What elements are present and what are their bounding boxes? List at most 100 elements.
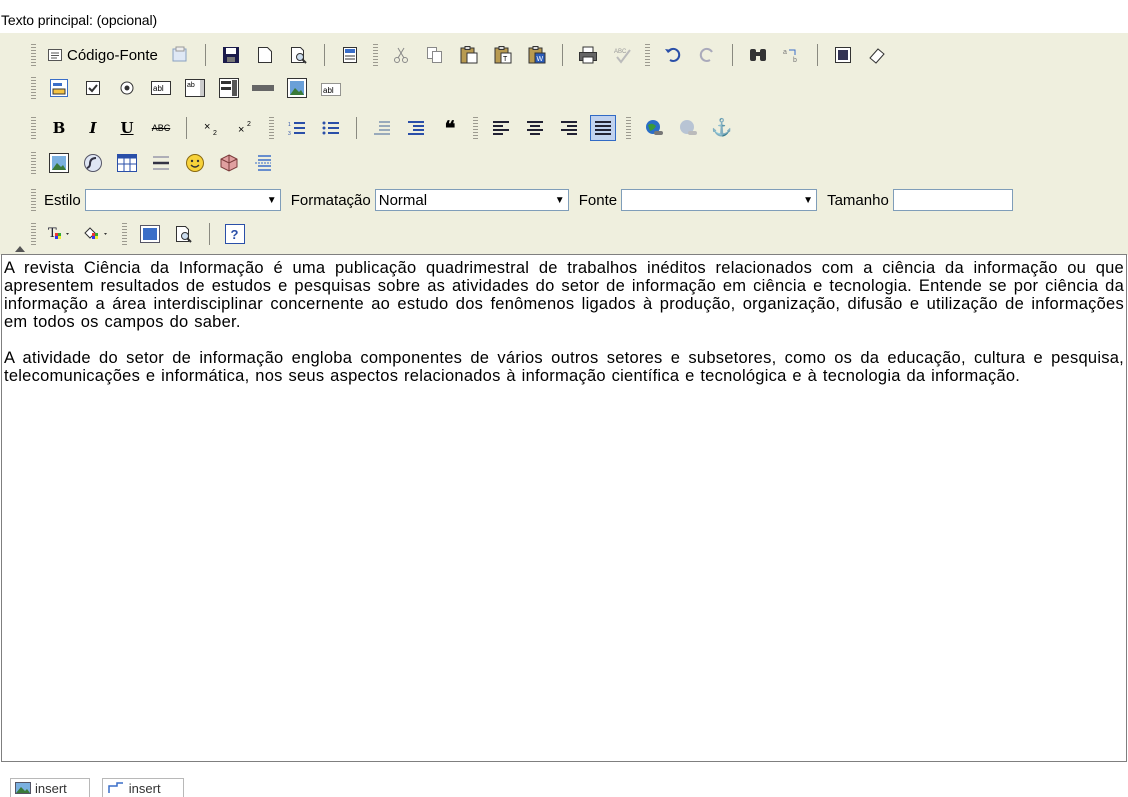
new-page-button[interactable] <box>253 43 277 67</box>
radio-icon <box>120 81 134 95</box>
toolbar-separator <box>731 44 733 66</box>
paste-text-button[interactable]: T <box>491 43 515 67</box>
paste-word-button[interactable]: W <box>525 43 549 67</box>
align-center-icon <box>527 121 543 135</box>
size-select[interactable] <box>892 189 1013 211</box>
unlink-globe-icon <box>680 120 697 135</box>
source-code-button[interactable]: Código-Fonte <box>47 43 158 67</box>
text-field-button[interactable]: abl <box>149 76 173 100</box>
toolbar-separator <box>356 117 357 139</box>
text-field-glyph: abl <box>153 84 164 93</box>
insert-image-tab[interactable]: insert <box>10 778 90 797</box>
table-button[interactable] <box>115 151 139 175</box>
align-right-button[interactable] <box>557 116 581 140</box>
preview-button[interactable] <box>287 43 311 67</box>
font-label: Fonte <box>578 191 618 209</box>
svg-text:2: 2 <box>213 130 217 136</box>
redo-icon <box>699 47 713 62</box>
unlink-button[interactable] <box>676 116 700 140</box>
align-left-button[interactable] <box>489 116 513 140</box>
about-button[interactable]: ? <box>223 222 247 246</box>
unordered-list-icon <box>322 121 339 135</box>
special-char-icon <box>220 154 238 172</box>
replace-button[interactable]: ab <box>780 43 804 67</box>
editor-content-area[interactable]: A revista Ciência da Informação é uma pu… <box>1 254 1127 762</box>
insert-image-label: insert <box>35 780 67 796</box>
flash-button[interactable] <box>81 151 105 175</box>
superscript-button[interactable]: × 2 <box>234 116 258 140</box>
select-field-button[interactable] <box>217 76 241 100</box>
print-button[interactable] <box>576 43 600 67</box>
ordered-list-button[interactable]: 13 <box>285 116 309 140</box>
hidden-field-icon: abl <box>321 83 341 96</box>
toolbar-row-1: Código-Fonte T W ABC ab <box>25 39 894 71</box>
checkbox-icon <box>86 81 100 95</box>
toolbar-grip <box>31 152 36 174</box>
underline-button[interactable]: U <box>115 116 139 140</box>
format-select[interactable]: Normal ▼ <box>374 189 569 211</box>
style-select[interactable]: ▼ <box>84 189 281 211</box>
anchor-icon: ⚓ <box>711 118 733 137</box>
form-button[interactable] <box>47 76 71 100</box>
outdent-button[interactable] <box>370 116 394 140</box>
page-break-button[interactable] <box>251 151 275 175</box>
bg-color-button[interactable] <box>83 222 111 246</box>
copy-button[interactable] <box>423 43 447 67</box>
redo-button[interactable] <box>695 43 719 67</box>
align-center-button[interactable] <box>523 116 547 140</box>
quote-icon: ❝ <box>444 117 456 140</box>
textarea-button[interactable]: ab <box>183 76 207 100</box>
spellcheck-button[interactable]: ABC <box>610 43 634 67</box>
special-char-button[interactable] <box>217 151 241 175</box>
checkbox-button[interactable] <box>81 76 105 100</box>
select-all-button[interactable] <box>831 43 855 67</box>
paste-button[interactable] <box>457 43 481 67</box>
remove-format-button[interactable] <box>865 43 889 67</box>
toolbar-grip <box>31 117 36 139</box>
italic-button[interactable]: I <box>81 116 105 140</box>
show-blocks-button[interactable] <box>172 222 196 246</box>
textarea-glyph: ab <box>187 82 195 89</box>
format-label: Formatação <box>290 191 371 209</box>
italic-icon: I <box>89 119 97 137</box>
subscript-button[interactable]: × 2 <box>200 116 224 140</box>
radio-button-tool[interactable] <box>115 76 139 100</box>
superscript-icon: × 2 <box>238 121 251 136</box>
blockquote-button[interactable]: ❝ <box>438 116 462 140</box>
save-button[interactable] <box>219 43 243 67</box>
indent-icon <box>408 121 424 135</box>
text-color-button[interactable]: T <box>47 222 73 246</box>
find-button[interactable] <box>746 43 770 67</box>
undo-button[interactable] <box>661 43 685 67</box>
toolbar-separator <box>186 117 187 139</box>
doc-props-button[interactable] <box>168 43 192 67</box>
indent-button[interactable] <box>404 116 428 140</box>
svg-text:2: 2 <box>247 121 251 128</box>
style-label: Estilo <box>44 191 81 209</box>
insert-link-tab[interactable]: insert <box>101 778 184 797</box>
strikethrough-button[interactable]: ABC <box>149 116 173 140</box>
button-tool[interactable] <box>251 76 275 100</box>
hidden-field-button[interactable]: abl <box>319 76 343 100</box>
help-glyph: ? <box>231 227 239 242</box>
toolbar-grip <box>31 189 36 211</box>
toolbar-grip <box>122 223 127 245</box>
toolbar-grip <box>31 44 36 66</box>
link-button[interactable] <box>642 116 666 140</box>
align-justify-button[interactable] <box>590 115 616 141</box>
spellcheck-icon: ABC <box>614 49 631 64</box>
image-button[interactable] <box>47 151 71 175</box>
anchor-button[interactable]: ⚓ <box>710 116 734 140</box>
toolbar-collapse-handle[interactable] <box>15 34 25 252</box>
font-select[interactable]: ▼ <box>621 189 818 211</box>
outdent-icon <box>374 121 390 135</box>
horizontal-rule-button[interactable] <box>149 151 173 175</box>
bold-button[interactable]: B <box>47 116 71 140</box>
underline-icon: U <box>120 119 134 137</box>
smiley-button[interactable] <box>183 151 207 175</box>
image-button-tool[interactable] <box>285 76 309 100</box>
templates-button[interactable] <box>338 43 362 67</box>
maximize-button[interactable] <box>138 222 162 246</box>
cut-button[interactable] <box>389 43 413 67</box>
unordered-list-button[interactable] <box>319 116 343 140</box>
